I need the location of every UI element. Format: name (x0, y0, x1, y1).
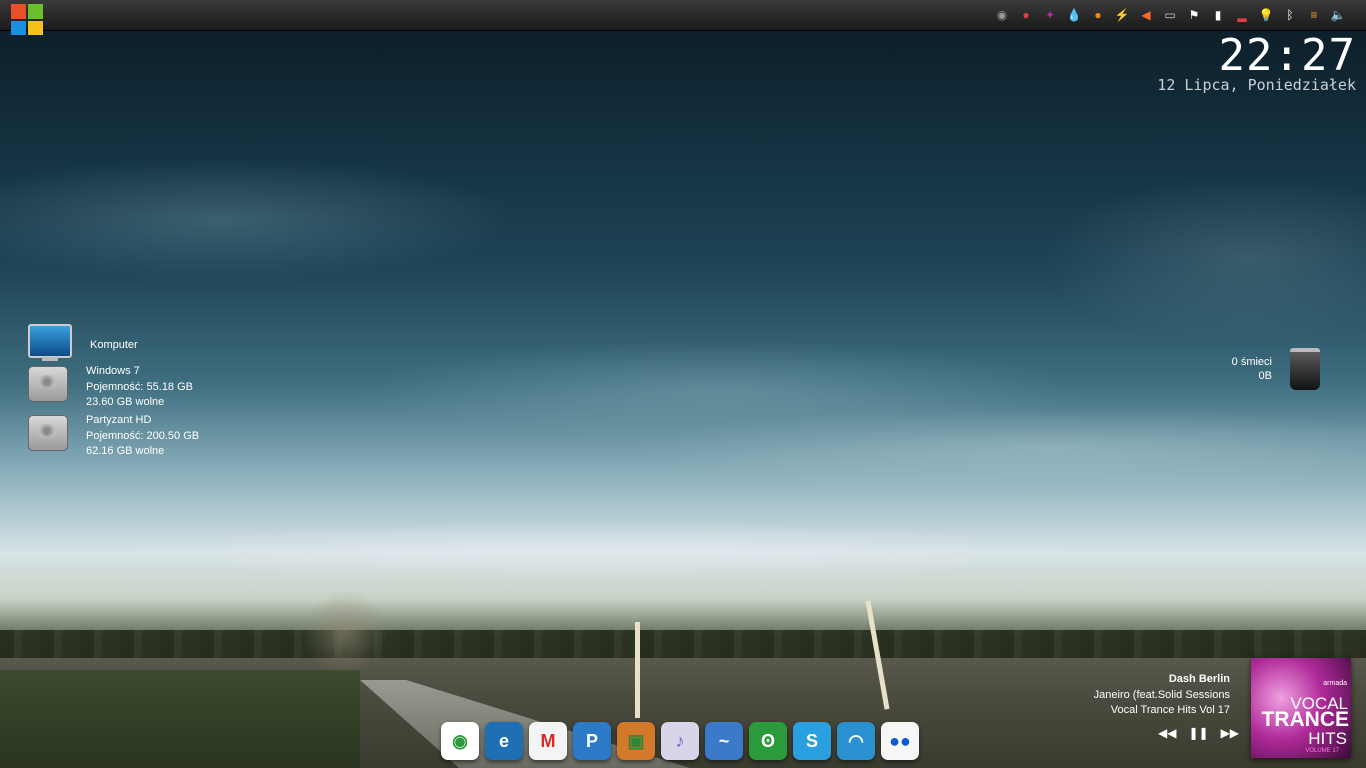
trash-size: 0B (1258, 370, 1272, 382)
computer-icon (28, 324, 72, 361)
drive-free: 62.16 GB wolne (86, 445, 165, 457)
chrome-icon[interactable]: ◉ (441, 722, 479, 760)
drive-info: Partyzant HD Pojemność: 200.50 GB 62.16 … (86, 413, 199, 460)
wallpaper-sky (0, 30, 1366, 630)
clock-time: 22:27 (1218, 30, 1356, 81)
lightning-icon[interactable]: ⚡ (1114, 7, 1130, 23)
taskbar: ◉ ● ✦ 💧 ● ⚡ ◀ ▭ ⚑ ▮ ▂ 💡 ᛒ ≡ 🔈 (0, 0, 1366, 35)
bittorrent-icon[interactable]: ʘ (749, 722, 787, 760)
wallpaper-post (635, 622, 640, 718)
camera-icon[interactable]: ◉ (994, 7, 1010, 23)
monitor-icon[interactable]: ▭ (1162, 7, 1178, 23)
track-artist: Dash Berlin (1168, 673, 1230, 685)
album-art-label: armada (1323, 680, 1347, 687)
track-title: Janeiro (feat.Solid Sessions (1093, 688, 1230, 701)
start-logo-red (11, 4, 26, 19)
wifi-icon[interactable]: ◠ (837, 722, 875, 760)
trash-icon[interactable] (1290, 348, 1320, 390)
speaker-icon[interactable]: ◀ (1138, 7, 1154, 23)
playback-controls: ◀◀ ❚❚ ▶▶ (1158, 726, 1239, 740)
signal-icon[interactable]: ▂ (1234, 7, 1250, 23)
bluetooth-icon[interactable]: ᛒ (1282, 7, 1298, 23)
hard-drive-icon (28, 415, 68, 451)
drive-name: Partyzant HD (86, 414, 152, 426)
menu-icon[interactable]: ≡ (1306, 7, 1322, 23)
drive-windows7[interactable]: Windows 7 Pojemność: 55.18 GB 23.60 GB w… (28, 364, 193, 411)
start-logo-green (28, 4, 43, 19)
skype-icon[interactable]: S (793, 722, 831, 760)
drive-capacity: Pojemność: 200.50 GB (86, 429, 200, 442)
itunes-icon[interactable]: ♪ (661, 722, 699, 760)
flickr-icon[interactable]: ●● (881, 722, 919, 760)
now-playing: Dash Berlin Janeiro (feat.Solid Sessions… (1094, 672, 1230, 719)
battery-icon[interactable]: ▮ (1210, 7, 1226, 23)
computer-label: Komputer (90, 339, 138, 351)
hard-drive-icon (28, 366, 68, 402)
wallpaper-treeline (0, 630, 1366, 658)
volume-icon[interactable]: 🔈 (1330, 7, 1346, 23)
clock-date: 12 Lipca, Poniedziałek (1157, 76, 1356, 94)
clock-widget: 22:27 12 Lipca, Poniedziałek (1157, 30, 1356, 95)
start-logo-blue (11, 20, 26, 35)
drive-name: Windows 7 (86, 365, 140, 377)
track-album: Vocal Trance Hits Vol 17 (1110, 704, 1230, 716)
pause-button[interactable]: ❚❚ (1188, 726, 1208, 740)
purple-app-icon[interactable]: ✦ (1042, 7, 1058, 23)
start-button[interactable] (11, 4, 43, 35)
computer-shortcut[interactable]: Komputer (28, 324, 138, 361)
bulb-icon[interactable]: 💡 (1258, 7, 1274, 23)
orange-app-icon[interactable]: ● (1090, 7, 1106, 23)
drive-info: Windows 7 Pojemność: 55.18 GB 23.60 GB w… (86, 364, 193, 411)
application-dock: ◉ e M P ▣ ♪ ~ ʘ S ◠ ●● (441, 722, 919, 760)
gmail-icon[interactable]: M (529, 722, 567, 760)
previous-track-button[interactable]: ◀◀ (1158, 726, 1176, 740)
flag-icon[interactable]: ⚑ (1186, 7, 1202, 23)
album-art-label: HITS (1308, 729, 1347, 748)
trash-info: 0 śmieci 0B (1232, 355, 1272, 383)
wallpaper-grass (0, 670, 360, 768)
drive-partyzant-hd[interactable]: Partyzant HD Pojemność: 200.50 GB 62.16 … (28, 413, 199, 460)
pandora-icon[interactable]: P (573, 722, 611, 760)
wallpaper-tree (300, 592, 390, 672)
start-logo-yellow (28, 20, 43, 35)
openoffice-icon[interactable]: ~ (705, 722, 743, 760)
album-art[interactable]: armada VOCAL TRANCE HITS VOLUME 17 (1251, 658, 1351, 758)
drop-icon[interactable]: 💧 (1066, 7, 1082, 23)
system-tray: ◉ ● ✦ 💧 ● ⚡ ◀ ▭ ⚑ ▮ ▂ 💡 ᛒ ≡ 🔈 (994, 5, 1346, 25)
drive-free: 23.60 GB wolne (86, 396, 165, 408)
game-icon[interactable]: ▣ (617, 722, 655, 760)
opera-icon[interactable]: ● (1018, 7, 1034, 23)
trash-count: 0 śmieci (1231, 356, 1272, 368)
drive-capacity: Pojemność: 55.18 GB (86, 380, 194, 393)
internet-explorer-icon[interactable]: e (485, 722, 523, 760)
next-track-button[interactable]: ▶▶ (1221, 726, 1239, 740)
album-art-label: VOLUME 17 (1305, 748, 1339, 754)
